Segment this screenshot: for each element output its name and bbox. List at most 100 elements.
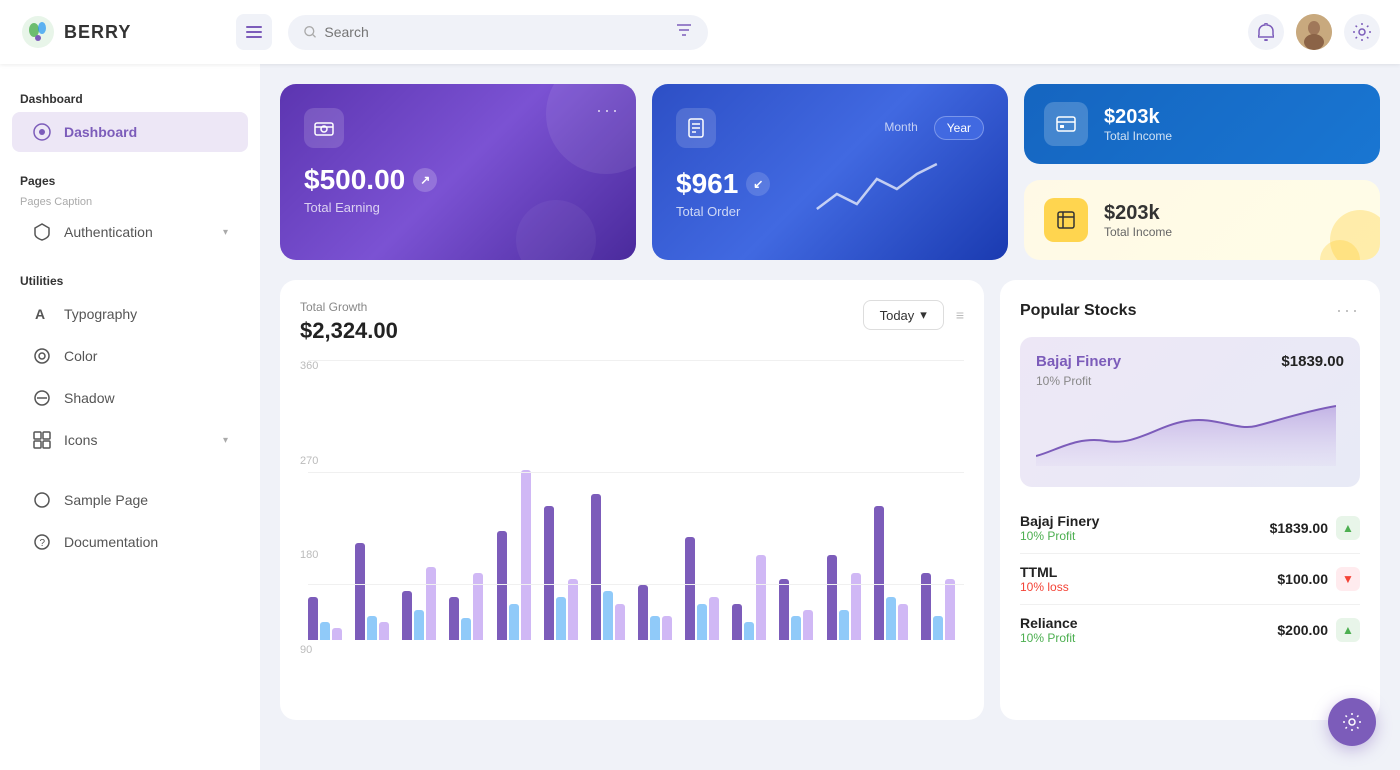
featured-stock-header: Bajaj Finery $1839.00: [1036, 353, 1344, 370]
stock-list: Bajaj Finery10% Profit$1839.00▲TTML10% l…: [1020, 503, 1360, 655]
settings-button[interactable]: [1344, 14, 1380, 50]
tab-month[interactable]: Month: [872, 116, 929, 140]
order-header: Month Year: [676, 108, 984, 148]
bar-chart-card: Total Growth $2,324.00 Today ▾ ≡: [280, 280, 984, 720]
income-blue-label: Total Income: [1104, 129, 1172, 143]
bar: [355, 543, 365, 640]
search-bar: [288, 15, 708, 50]
search-icon: [304, 25, 316, 39]
bar-group: [355, 543, 398, 640]
chart-title-area: Total Growth $2,324.00: [300, 300, 398, 344]
bar: [662, 616, 672, 640]
bar: [650, 616, 660, 640]
order-content: $961 ↙ Total Order: [676, 156, 984, 219]
main-layout: Dashboard Dashboard Pages Pages Caption …: [0, 64, 1400, 770]
bar-group: [827, 555, 870, 640]
order-label: Total Order: [676, 204, 770, 219]
bar-group: [732, 555, 775, 640]
bar-group: [402, 567, 445, 640]
income-yellow-icon: [1044, 198, 1088, 242]
earning-amount: $500.00 ↗: [304, 164, 612, 196]
sidebar-item-sample-page[interactable]: Sample Page: [12, 480, 248, 520]
stock-name: TTML: [1020, 564, 1069, 580]
svg-text:?: ?: [40, 538, 46, 549]
bar: [827, 555, 837, 640]
shadow-icon: [32, 388, 52, 408]
filter-icon[interactable]: [676, 23, 692, 42]
bar: [426, 567, 436, 640]
dashboard-icon: [32, 122, 52, 142]
tab-year[interactable]: Year: [934, 116, 984, 140]
fab-button[interactable]: [1328, 698, 1376, 746]
sidebar-item-shadow[interactable]: Shadow: [12, 378, 248, 418]
bar-group: [544, 506, 587, 640]
bar-group: [874, 506, 917, 640]
auth-chevron-icon: ▾: [223, 227, 228, 238]
bar: [709, 597, 719, 640]
earning-label: Total Earning: [304, 200, 612, 215]
stock-price: $100.00: [1277, 571, 1328, 587]
bar: [744, 622, 754, 640]
featured-stock-name: Bajaj Finery: [1036, 353, 1121, 370]
color-icon: [32, 346, 52, 366]
earning-card-icon: [304, 108, 344, 148]
order-card: Month Year $961 ↙ Total Order: [652, 84, 1008, 260]
bar: [697, 604, 707, 640]
sidebar-section-pages: Pages: [0, 166, 260, 192]
stocks-more-icon[interactable]: ···: [1336, 300, 1360, 321]
chart-menu-icon[interactable]: ≡: [956, 307, 964, 323]
sidebar-item-icons-label: Icons: [64, 432, 211, 448]
notification-button[interactable]: [1248, 14, 1284, 50]
docs-icon: ?: [32, 532, 52, 552]
bar: [685, 537, 695, 640]
avatar[interactable]: [1296, 14, 1332, 50]
logo-text: BERRY: [64, 22, 131, 43]
sidebar-item-color-label: Color: [64, 348, 228, 364]
bar-group: [638, 585, 681, 640]
sidebar-item-typography-label: Typography: [64, 306, 228, 322]
bar: [379, 622, 389, 640]
stocks-title: Popular Stocks: [1020, 302, 1136, 320]
sidebar-item-documentation[interactable]: ? Documentation: [12, 522, 248, 562]
stock-name: Reliance: [1020, 615, 1078, 631]
bar-group: [308, 597, 351, 640]
stock-row: TTML10% loss$100.00▼: [1020, 554, 1360, 605]
sidebar-item-authentication[interactable]: Authentication ▾: [12, 212, 248, 252]
menu-button[interactable]: [236, 14, 272, 50]
trend-up-icon: ▲: [1336, 618, 1360, 642]
bar: [851, 573, 861, 640]
stock-row: Reliance10% Profit$200.00▲: [1020, 605, 1360, 655]
stock-change: 10% loss: [1020, 580, 1069, 594]
stocks-header: Popular Stocks ···: [1020, 300, 1360, 321]
sidebar-item-dashboard[interactable]: Dashboard: [12, 112, 248, 152]
sidebar-item-auth-label: Authentication: [64, 224, 211, 240]
bar: [874, 506, 884, 640]
bar-group: [779, 579, 822, 640]
stock-name: Bajaj Finery: [1020, 513, 1099, 529]
bar: [638, 585, 648, 640]
sidebar-item-icons[interactable]: Icons ▾: [12, 420, 248, 460]
earning-trend-icon: ↗: [413, 168, 437, 192]
order-amount: $961 ↙: [676, 168, 770, 200]
bar-group: [591, 494, 634, 640]
bar: [367, 616, 377, 640]
search-input[interactable]: [324, 24, 668, 40]
today-button[interactable]: Today ▾: [863, 300, 944, 330]
sidebar-item-typography[interactable]: A Typography: [12, 294, 248, 334]
bar: [898, 604, 908, 640]
chart-header: Total Growth $2,324.00 Today ▾ ≡: [300, 300, 964, 344]
bar: [803, 610, 813, 640]
icons-chevron-icon: ▾: [223, 435, 228, 446]
income-yellow-card: $203k Total Income: [1024, 180, 1380, 260]
chart-section: Total Growth $2,324.00 Today ▾ ≡: [280, 280, 1380, 720]
featured-stock: Bajaj Finery $1839.00 10% Profit: [1020, 337, 1360, 487]
featured-stock-chart: [1036, 396, 1336, 466]
earning-card-more[interactable]: ···: [596, 100, 620, 121]
income-blue-info: $203k Total Income: [1104, 106, 1172, 143]
sidebar-item-color[interactable]: Color: [12, 336, 248, 376]
sidebar: Dashboard Dashboard Pages Pages Caption …: [0, 64, 260, 770]
top-cards: ··· $500.00 ↗ Total Earning Month Year: [280, 84, 1380, 260]
bar: [544, 506, 554, 640]
order-wave-chart: [770, 159, 984, 219]
bar: [603, 591, 613, 640]
